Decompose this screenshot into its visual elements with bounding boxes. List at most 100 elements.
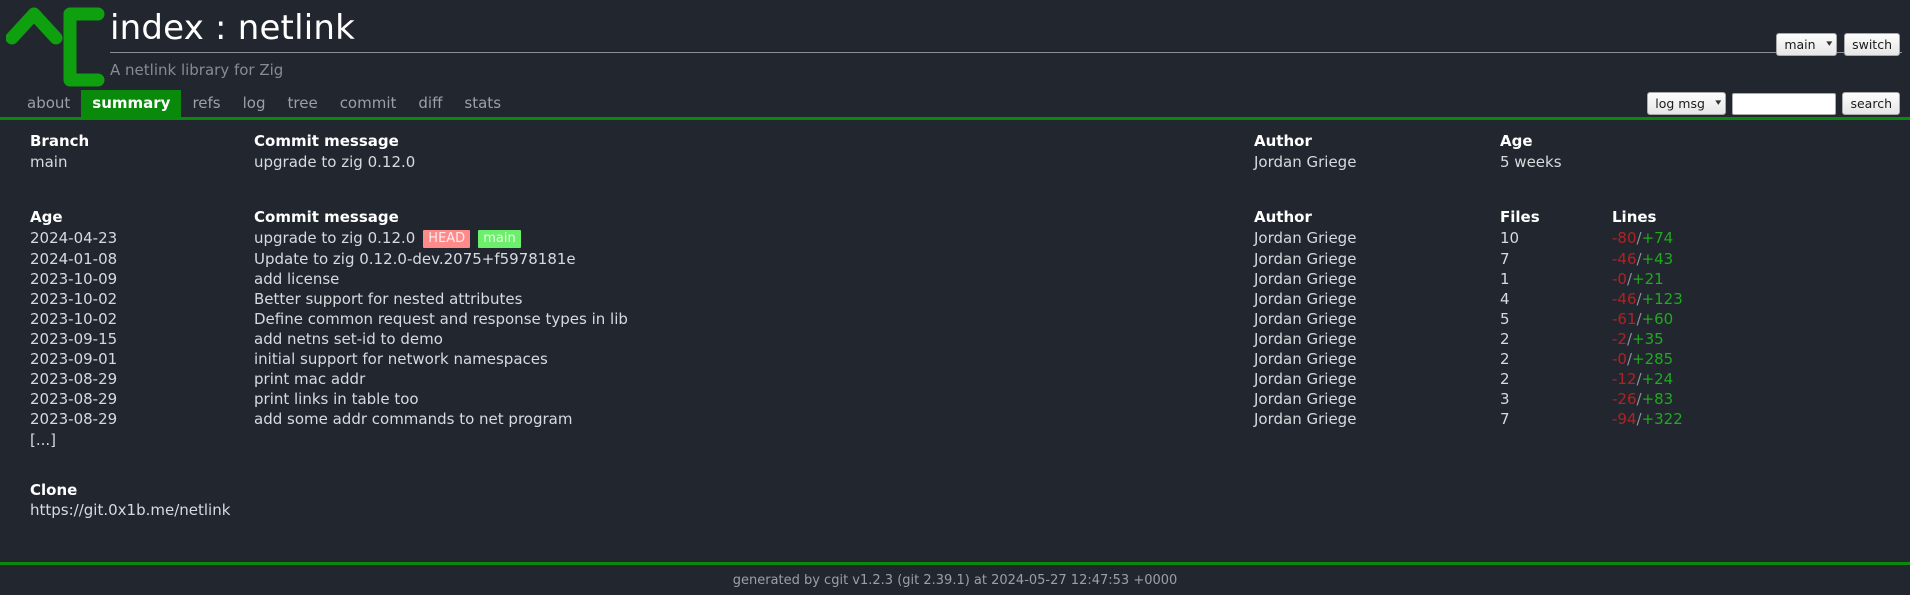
tab-refs[interactable]: refs	[181, 90, 231, 117]
search-scope-select[interactable]: log msg ▾	[1647, 92, 1727, 115]
commit-message-col-header: Commit message	[254, 132, 399, 150]
files-count-cell: 10	[1500, 229, 1520, 247]
deletions-count: -26	[1612, 390, 1637, 408]
commit-message-link[interactable]: add netns set-id to demo	[254, 330, 443, 348]
commit-message-link[interactable]: print mac addr	[254, 370, 365, 388]
insertions-count: +21	[1632, 270, 1664, 288]
age-cell[interactable]: 2023-08-29	[0, 369, 246, 389]
table-row: 2023-10-02 Better support for nested attr…	[0, 289, 1910, 309]
main-navigation: about summary refs log tree commit diff stats l…	[0, 90, 1910, 120]
switch-button[interactable]: switch	[1844, 33, 1900, 56]
branch-select[interactable]: main ▾	[1776, 33, 1838, 56]
commit-message-link[interactable]: Update to zig 0.12.0-dev.2075+f5978181e	[254, 250, 576, 268]
commit-message-cell: print mac addr	[246, 369, 1250, 389]
age-cell[interactable]: 2023-09-01	[0, 349, 246, 369]
diffstat-cell: -46/+43	[1608, 249, 1910, 269]
tab-log[interactable]: log	[232, 90, 277, 117]
commit-message-link[interactable]: add some addr commands to net program	[254, 410, 572, 428]
deletions-count: -61	[1612, 310, 1637, 328]
tab-commit[interactable]: commit	[329, 90, 408, 117]
commit-message-link[interactable]: Better support for nested attributes	[254, 290, 522, 308]
age-cell[interactable]: 2023-08-29	[0, 389, 246, 409]
age-cell[interactable]: 2024-01-08	[0, 249, 246, 269]
table-row: 2023-09-01 initial support for network na…	[0, 349, 1910, 369]
files-count-cell: 7	[1500, 410, 1510, 428]
branch-summary-table: Branch Commit message Author Age main upg…	[0, 130, 1910, 172]
tab-summary[interactable]: summary	[81, 90, 182, 117]
log-table-header-row: Age Commit message Author Files Lines	[0, 206, 1910, 228]
insertions-count: +24	[1641, 370, 1674, 388]
search-input[interactable]	[1732, 92, 1837, 115]
commit-message-link[interactable]: initial support for network namespaces	[254, 350, 548, 368]
commit-message-cell: upgrade to zig 0.12.0 HEAD main	[246, 228, 1250, 249]
age-cell[interactable]: 2023-08-29	[0, 409, 246, 429]
author-cell: Jordan Griege	[1254, 390, 1357, 408]
author-col-header: Author	[1254, 132, 1312, 150]
table-row: 2023-09-15 add netns set-id to demo Jordan…	[0, 329, 1910, 349]
deletions-count: -12	[1612, 370, 1637, 388]
ref-badge-main[interactable]: main	[478, 230, 521, 248]
commit-message-link[interactable]: upgrade to zig 0.12.0	[254, 229, 415, 247]
branch-spacer-col-header	[1608, 130, 1910, 152]
author-cell: Jordan Griege	[1254, 370, 1357, 388]
table-gap-row	[0, 172, 1910, 206]
commit-message-cell: add license	[246, 269, 1250, 289]
age-col-header: Age	[30, 208, 63, 226]
tab-tree[interactable]: tree	[277, 90, 329, 117]
table-row: 2023-08-29 add some addr commands to net …	[0, 409, 1910, 429]
age-cell[interactable]: 2023-10-02	[0, 309, 246, 329]
files-count-cell: 2	[1500, 330, 1510, 348]
commit-message-cell[interactable]: upgrade to zig 0.12.0	[246, 152, 1250, 172]
commit-message-cell: Define common request and response types…	[246, 309, 1250, 329]
commit-message-cell: Update to zig 0.12.0-dev.2075+f5978181e	[246, 249, 1250, 269]
commit-message-cell: print links in table too	[246, 389, 1250, 409]
nav-tabs: about summary refs log tree commit diff stats	[16, 90, 1910, 117]
cgit-logo-icon[interactable]	[5, 4, 106, 90]
commit-message-col-header: Commit message	[254, 208, 399, 226]
commit-message-link[interactable]: print links in table too	[254, 390, 419, 408]
insertions-count: +43	[1641, 250, 1674, 268]
page-title: index : netlink	[110, 8, 356, 48]
table-row: 2023-10-09 add license Jordan Griege 1 -0/+2…	[0, 269, 1910, 289]
lines-col-header: Lines	[1612, 208, 1657, 226]
ref-badge-head[interactable]: HEAD	[423, 230, 471, 248]
diffstat-cell: -12/+24	[1608, 369, 1910, 389]
chevron-down-icon: ▾	[1715, 98, 1722, 108]
insertions-count: +35	[1632, 330, 1664, 348]
author-cell: Jordan Griege	[1254, 350, 1357, 368]
search-button[interactable]: search	[1842, 92, 1900, 115]
insertions-count: +285	[1632, 350, 1674, 368]
author-cell: Jordan Griege	[1254, 270, 1357, 288]
author-cell: Jordan Griege	[1254, 410, 1357, 428]
branch-switch-controls: main ▾ switch	[1776, 33, 1900, 56]
diffstat-cell: -26/+83	[1608, 389, 1910, 409]
commit-message-link[interactable]: add license	[254, 270, 339, 288]
table-row: 2024-04-23 upgrade to zig 0.12.0 HEAD main J…	[0, 228, 1910, 249]
more-commits-indicator[interactable]: [...]	[0, 429, 1910, 449]
age-col-header: Age	[1500, 132, 1533, 150]
age-cell[interactable]: 2024-04-23	[0, 228, 246, 249]
insertions-count: +83	[1641, 390, 1674, 408]
insertions-count: +123	[1641, 290, 1683, 308]
table-row: 2024-01-08 Update to zig 0.12.0-dev.2075+…	[0, 249, 1910, 269]
commit-message-link[interactable]: Define common request and response types…	[254, 310, 628, 328]
tab-about[interactable]: about	[16, 90, 81, 117]
age-cell[interactable]: 2023-09-15	[0, 329, 246, 349]
table-row: main upgrade to zig 0.12.0 Jordan Griege 5 …	[0, 152, 1910, 172]
search-controls: log msg ▾ search	[1647, 92, 1900, 115]
deletions-count: -0	[1612, 270, 1627, 288]
tab-stats[interactable]: stats	[453, 90, 512, 117]
tab-diff[interactable]: diff	[407, 90, 453, 117]
insertions-count: +322	[1641, 410, 1683, 428]
diffstat-cell: -46/+123	[1608, 289, 1910, 309]
insertions-count: +60	[1641, 310, 1674, 328]
age-cell[interactable]: 2023-10-09	[0, 269, 246, 289]
files-count-cell: 2	[1500, 350, 1510, 368]
deletions-count: -94	[1612, 410, 1637, 428]
files-count-cell: 2	[1500, 370, 1510, 388]
branch-name-cell[interactable]: main	[0, 152, 246, 172]
chevron-down-icon: ▾	[1825, 39, 1832, 49]
title-block: index : netlink A netlink library for Zi…	[110, 0, 1910, 79]
age-cell[interactable]: 2023-10-02	[0, 289, 246, 309]
clone-url[interactable]: https://git.0x1b.me/netlink	[0, 499, 1910, 519]
